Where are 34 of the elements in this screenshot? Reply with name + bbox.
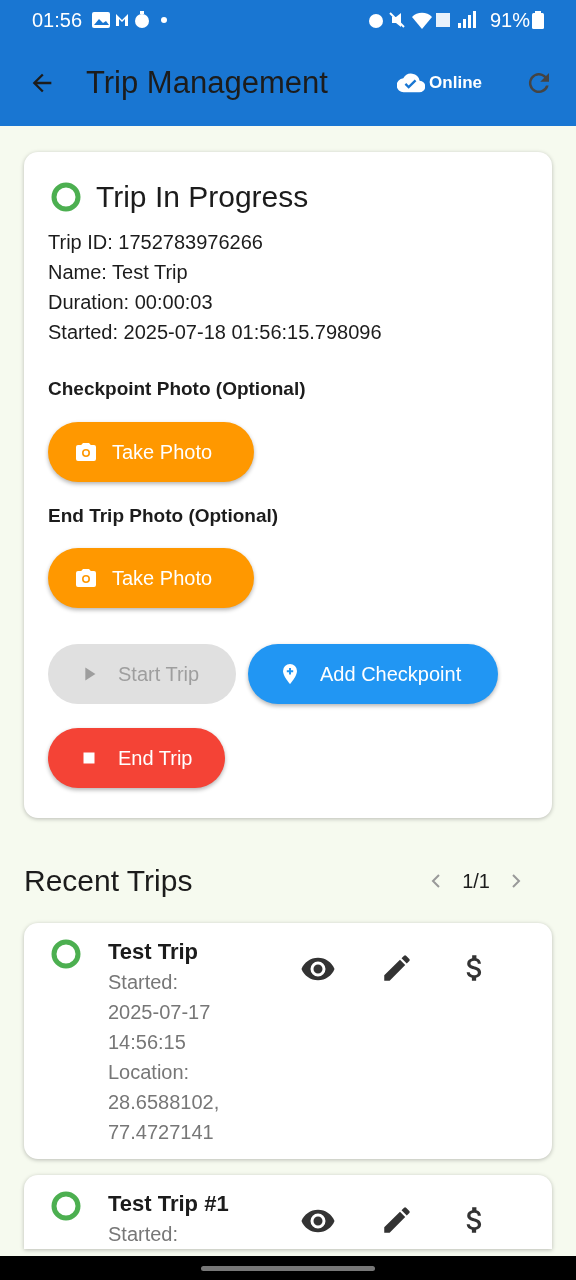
trip-name: Test Trip #1 — [108, 1190, 230, 1218]
battery-percent: 91% — [489, 8, 530, 33]
trip-info: Location: — [108, 1060, 191, 1085]
section-heading: Recent Trips — [24, 863, 193, 899]
take-photo-button[interactable]: Take Photo — [48, 548, 254, 608]
take-photo-button[interactable]: Take Photo — [48, 421, 254, 482]
trip-name: Test Trip — [108, 938, 200, 966]
trip-info: 14:56:15 — [108, 1030, 187, 1055]
camera-icon — [74, 566, 98, 590]
trip-list-card[interactable]: Test Trip #1 Started: — [24, 1175, 552, 1249]
trip-detail: Duration: 00:00:03 — [48, 290, 214, 315]
home-handle[interactable] — [201, 1265, 375, 1271]
battery-icon — [532, 11, 544, 29]
trip-status-title: Trip In Progress — [96, 179, 309, 215]
trip-list-card[interactable]: Test Trip Started: 2025-07-17 14:56:15 Location: 28.6588102, 77.4727141 — [24, 923, 552, 1159]
trip-info: 2025-07-17 — [108, 1000, 212, 1025]
trip-info: 77.4727141 — [108, 1120, 215, 1145]
end-trip-button[interactable]: End Trip — [48, 728, 225, 788]
page-indicator: 1/1 — [462, 868, 490, 894]
page-title: Trip Management — [86, 63, 328, 102]
trip-info: Started: — [108, 1222, 180, 1247]
trip-detail: Name: Test Trip — [48, 260, 189, 285]
status-ring-icon — [50, 938, 82, 970]
trip-detail: Trip ID: 1752783976266 — [48, 230, 264, 255]
status-ring-icon — [50, 180, 82, 213]
checkpoint-trip-button[interactable]: Add Checkpoint — [248, 644, 498, 704]
status-time: 01:56 — [32, 8, 83, 33]
connection-status: Online — [429, 72, 482, 95]
trip-info: 28.6588102, — [108, 1090, 221, 1115]
status-ring-icon — [50, 1190, 82, 1222]
section-label: End Trip Photo (Optional) — [48, 503, 280, 528]
trip-info: Started: — [108, 970, 180, 995]
trip-detail: Started: 2025-07-18 01:56:15.798096 — [48, 320, 383, 345]
section-label: Checkpoint Photo (Optional) — [48, 377, 307, 401]
